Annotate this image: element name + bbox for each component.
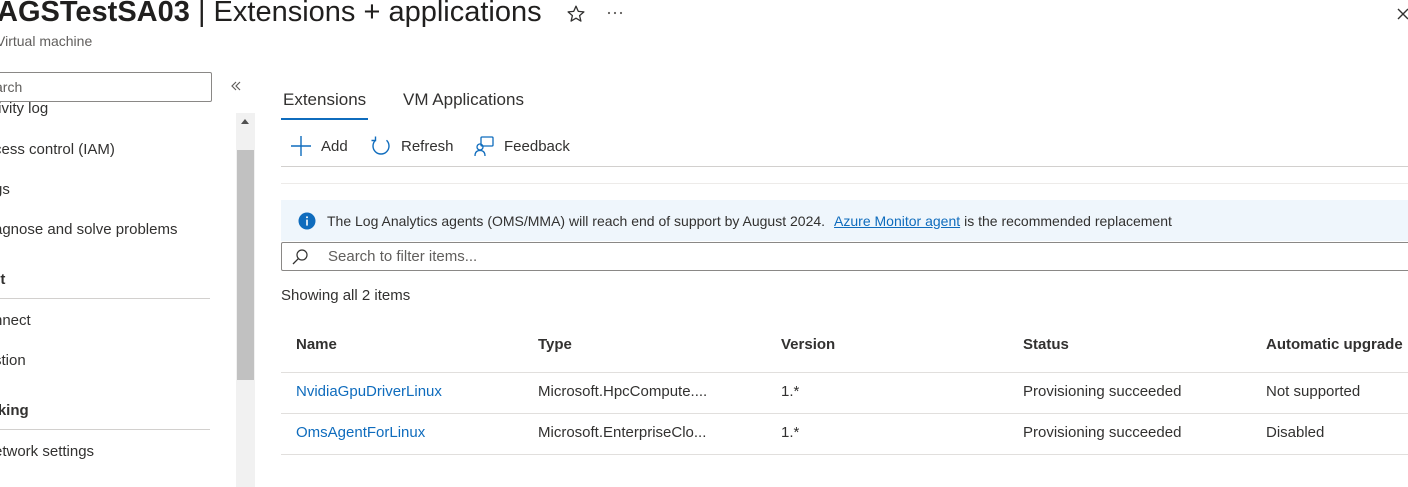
filter-search-input[interactable]: Search to filter items...: [281, 242, 1408, 271]
sidebar-item-diagnose[interactable]: agnose and solve problems: [0, 221, 177, 238]
sidebar-section-connect: ct: [0, 271, 6, 288]
double-chevron-left-icon[interactable]: [229, 79, 243, 93]
extension-name-link[interactable]: NvidiaGpuDriverLinux: [296, 383, 442, 400]
extension-auto-upgrade: Not supported: [1266, 383, 1361, 400]
extension-version: 1.*: [781, 383, 800, 400]
column-header-version[interactable]: Version: [781, 336, 835, 353]
column-header-automatic-upgrade[interactable]: Automatic upgrade: [1266, 336, 1403, 353]
extension-type: Microsoft.EnterpriseClo...: [538, 424, 707, 441]
refresh-button-label: Refresh: [401, 137, 454, 155]
add-button-label: Add: [321, 137, 348, 155]
extension-status: Provisioning succeeded: [1023, 383, 1182, 400]
sidebar-item-tags[interactable]: gs: [0, 181, 10, 198]
add-button[interactable]: Add: [290, 135, 348, 157]
tab-vm-applications[interactable]: VM Applications: [403, 90, 524, 110]
more-icon[interactable]: [606, 4, 624, 22]
info-banner: The Log Analytics agents (OMS/MMA) will …: [281, 200, 1408, 241]
toolbar-divider: [281, 183, 1408, 184]
page-title: AGSTestSA03 | Extensions + applications: [0, 0, 542, 34]
search-icon: [292, 248, 308, 264]
extension-status: Provisioning succeeded: [1023, 424, 1182, 441]
resource-type: Virtual machine: [0, 33, 93, 49]
sidebar-search-input[interactable]: arch: [0, 72, 212, 102]
banner-text: The Log Analytics agents (OMS/MMA) will …: [327, 212, 826, 229]
item-count: Showing all 2 items: [281, 287, 411, 304]
table-row-divider: [281, 454, 1408, 455]
sidebar-item-activity-log[interactable]: tivity log: [0, 100, 48, 117]
resource-name: AGSTestSA03: [0, 0, 190, 28]
azure-monitor-agent-link[interactable]: Azure Monitor agent: [834, 213, 960, 229]
sidebar-item-network-settings[interactable]: etwork settings: [0, 443, 94, 460]
extension-version: 1.*: [781, 424, 800, 441]
active-tab-indicator: [281, 118, 368, 120]
feedback-button[interactable]: Feedback: [473, 135, 570, 157]
toolbar-divider: [281, 166, 1408, 167]
tab-extensions[interactable]: Extensions: [283, 90, 366, 110]
table-header-divider: [281, 372, 1408, 373]
banner-text-after: is the recommended replacement: [964, 212, 1172, 229]
sidebar-divider: [0, 298, 210, 299]
sidebar-item-bastion[interactable]: stion: [0, 352, 26, 369]
plus-icon: [291, 136, 311, 156]
page-name: Extensions + applications: [213, 0, 542, 28]
info-icon: [298, 212, 316, 229]
column-header-type[interactable]: Type: [538, 336, 572, 353]
star-icon[interactable]: [566, 4, 586, 24]
refresh-button[interactable]: Refresh: [370, 135, 454, 157]
sidebar-section-networking: rking: [0, 402, 29, 419]
extension-name-link[interactable]: OmsAgentForLinux: [296, 424, 425, 441]
title-separator: |: [197, 0, 206, 28]
table-row-divider: [281, 413, 1408, 414]
close-icon[interactable]: [1396, 6, 1408, 22]
column-header-name[interactable]: Name: [296, 336, 337, 353]
feedback-button-label: Feedback: [504, 137, 570, 155]
column-header-status[interactable]: Status: [1023, 336, 1069, 353]
filter-placeholder: Search to filter items...: [328, 248, 478, 265]
extension-type: Microsoft.HpcCompute....: [538, 383, 708, 400]
sidebar-divider: [0, 429, 210, 430]
sidebar-item-connect[interactable]: nnect: [0, 312, 31, 329]
refresh-icon: [371, 136, 390, 155]
sidebar-scrollbar-thumb[interactable]: [237, 150, 254, 380]
extension-auto-upgrade: Disabled: [1266, 424, 1325, 441]
scroll-up-arrow-icon[interactable]: [240, 117, 250, 125]
sidebar-item-access-control[interactable]: cess control (IAM): [0, 141, 115, 158]
feedback-icon: [474, 136, 494, 157]
